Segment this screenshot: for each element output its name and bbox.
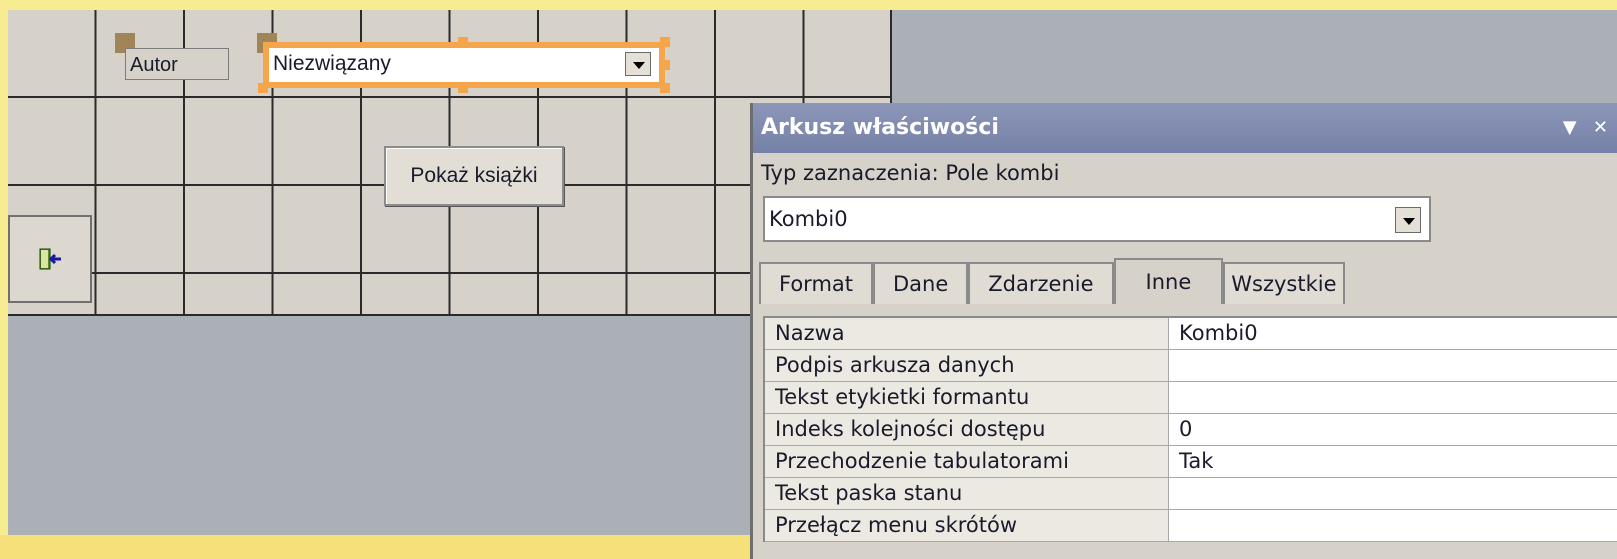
resize-grip-bottom-left[interactable] xyxy=(258,83,268,93)
selection-type: Typ zaznaczenia: Pole kombi xyxy=(761,161,1060,185)
property-name: Nazwa xyxy=(765,318,1169,349)
resize-grip-top-right[interactable] xyxy=(660,37,670,47)
resize-grip-bottom-right[interactable] xyxy=(660,83,670,93)
property-sheet-title: Arkusz właściwości xyxy=(761,115,999,140)
table-row[interactable]: Indeks kolejności dostępu 0 xyxy=(765,414,1617,446)
author-combo-box[interactable]: Niezwiązany xyxy=(263,42,665,88)
property-tabs: Format Dane Zdarzenie Inne Wszystkie xyxy=(759,258,1345,304)
resize-grip-bottom[interactable] xyxy=(458,83,468,93)
resize-grip-top[interactable] xyxy=(458,37,468,47)
chevron-down-icon[interactable] xyxy=(1395,207,1421,233)
property-table: Nazwa Kombi0 Podpis arkusza danych Tekst… xyxy=(763,316,1617,542)
property-value[interactable]: 0 xyxy=(1169,414,1617,445)
table-row[interactable]: Przełącz menu skrótów xyxy=(765,510,1617,542)
property-sheet: Arkusz właściwości ▼ ✕ Typ zaznaczenia: … xyxy=(750,103,1617,559)
property-value[interactable]: Tak xyxy=(1169,446,1617,477)
property-value[interactable] xyxy=(1169,382,1617,413)
table-row[interactable]: Tekst etykietki formantu xyxy=(765,382,1617,414)
tab-other[interactable]: Inne xyxy=(1113,258,1224,304)
author-label[interactable]: Autor xyxy=(125,48,229,80)
property-name: Przechodzenie tabulatorami xyxy=(765,446,1169,477)
property-value[interactable]: Kombi0 xyxy=(1169,318,1617,349)
table-row[interactable]: Przechodzenie tabulatorami Tak xyxy=(765,446,1617,478)
resize-grip-right[interactable] xyxy=(660,60,670,70)
combo-value: Niezwiązany xyxy=(273,52,391,75)
show-books-button[interactable]: Pokaż książki xyxy=(384,146,564,206)
table-row[interactable]: Nazwa Kombi0 xyxy=(765,318,1617,350)
property-sheet-titlebar[interactable]: Arkusz właściwości ▼ ✕ xyxy=(753,103,1617,153)
property-name: Podpis arkusza danych xyxy=(765,350,1169,381)
table-row[interactable]: Podpis arkusza danych xyxy=(765,350,1617,382)
object-selector[interactable]: Kombi0 xyxy=(763,196,1431,242)
panel-menu-arrow-icon[interactable]: ▼ xyxy=(1563,117,1577,138)
tab-event[interactable]: Zdarzenie xyxy=(968,262,1114,304)
property-name: Tekst paska stanu xyxy=(765,478,1169,509)
property-name: Indeks kolejności dostępu xyxy=(765,414,1169,445)
tab-all[interactable]: Wszystkie xyxy=(1223,262,1345,304)
exit-button[interactable] xyxy=(8,215,92,303)
property-value[interactable] xyxy=(1169,478,1617,509)
table-row[interactable]: Tekst paska stanu xyxy=(765,478,1617,510)
exit-door-icon xyxy=(39,248,61,270)
close-icon[interactable]: ✕ xyxy=(1593,117,1608,138)
property-value[interactable] xyxy=(1169,510,1617,541)
combo-dropdown-arrow-icon[interactable] xyxy=(625,52,651,76)
tab-format[interactable]: Format xyxy=(759,262,874,304)
property-value[interactable] xyxy=(1169,350,1617,381)
property-name: Tekst etykietki formantu xyxy=(765,382,1169,413)
object-selector-value: Kombi0 xyxy=(769,207,848,231)
property-name: Przełącz menu skrótów xyxy=(765,510,1169,541)
tab-data[interactable]: Dane xyxy=(873,262,969,304)
